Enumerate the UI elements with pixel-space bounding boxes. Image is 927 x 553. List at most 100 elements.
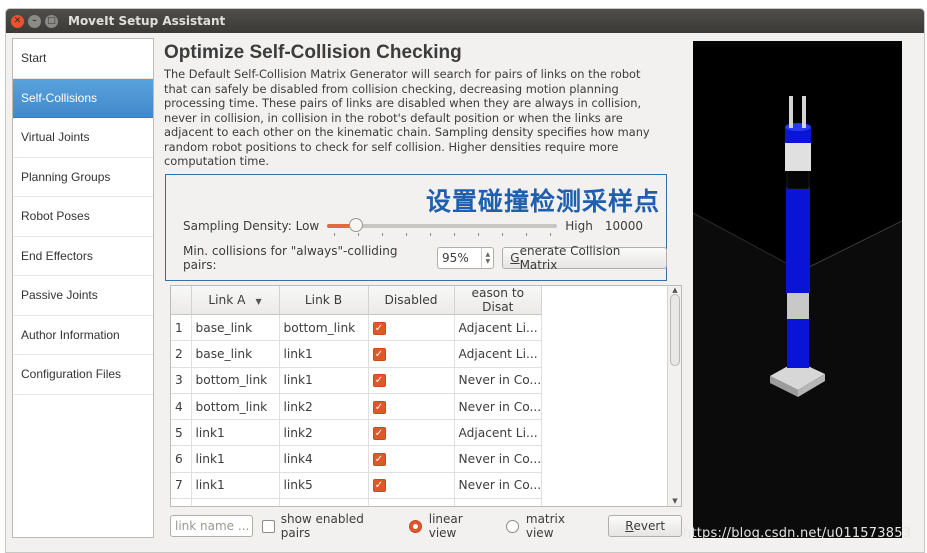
description-line: random robot positions to check for self… xyxy=(164,139,619,154)
sort-down-icon: ▼ xyxy=(255,297,262,306)
row-number: 1 xyxy=(171,314,192,342)
table-row[interactable]: 2 base_link link1 ✓ Adjacent Li... xyxy=(171,340,546,368)
cell-link-b: link1 xyxy=(279,340,369,368)
sidebar-item-start[interactable]: Start xyxy=(13,39,153,79)
cell-link-a: base_link xyxy=(191,314,280,342)
sidebar-item-virtual-joints[interactable]: Virtual Joints xyxy=(13,118,153,158)
cell-reason: Never in Co... xyxy=(454,472,543,500)
sidebar: Start Self-Collisions Virtual Joints Pla… xyxy=(12,38,154,538)
cell-reason: Never in Co... xyxy=(454,498,543,506)
disabled-checkbox[interactable]: ✓ xyxy=(372,374,386,388)
close-window-icon[interactable]: ✕ xyxy=(11,14,24,28)
table-controls: link name ... show enabled pairs linear … xyxy=(170,512,683,540)
sidebar-item-passive-joints[interactable]: Passive Joints xyxy=(13,276,153,316)
min-collisions-row: Min. collisions for "always"-colliding p… xyxy=(183,244,667,272)
table-row[interactable]: 8 link2 gripper_fin... ✓ Never in Co... xyxy=(171,498,547,506)
disabled-checkbox[interactable]: ✓ xyxy=(372,453,386,467)
sidebar-item-label: Start xyxy=(21,51,47,66)
sidebar-item-end-effectors[interactable]: End Effectors xyxy=(13,237,153,276)
spinbox-arrows[interactable]: ▲ ▼ xyxy=(481,248,493,268)
cell-link-b: link1 xyxy=(279,367,369,394)
column-header-label: eason to Disat xyxy=(471,286,525,314)
matrix-view-label: matrix view xyxy=(525,512,565,540)
cell-reason: Adjacent Li... xyxy=(454,419,543,447)
cell-disabled: ✓ xyxy=(368,393,455,421)
cell-link-a: bottom_link xyxy=(191,393,280,421)
title-bar: ✕ – □ MoveIt Setup Assistant xyxy=(6,9,924,33)
sidebar-item-self-collisions[interactable]: Self-Collisions xyxy=(13,78,153,118)
generate-collision-matrix-button[interactable]: Generate Collision Matrix xyxy=(502,244,667,272)
show-enabled-label: show enabled pairs xyxy=(280,512,364,540)
table-row[interactable]: 5 link1 link2 ✓ Adjacent Li... xyxy=(171,419,546,447)
table-row[interactable]: 4 bottom_link link2 ✓ Never in Co... xyxy=(171,393,547,421)
description-line: that can safely be disabled from collisi… xyxy=(164,81,619,96)
column-header-label: Disabled xyxy=(384,293,438,307)
revert-button[interactable]: Revert xyxy=(608,515,683,537)
disabled-checkbox[interactable]: ✓ xyxy=(372,347,386,361)
cell-empty xyxy=(542,393,547,419)
cell-empty xyxy=(542,499,547,506)
sampling-high-label: High xyxy=(565,219,593,233)
show-enabled-checkbox[interactable] xyxy=(261,519,275,533)
table-row[interactable]: 7 link1 link5 ✓ Never in Co... xyxy=(171,472,547,500)
sampling-density-slider[interactable] xyxy=(327,216,558,236)
row-number: 7 xyxy=(171,472,192,500)
cell-reason: Adjacent Li... xyxy=(454,314,543,342)
cell-empty xyxy=(542,472,547,498)
cell-link-a: base_link xyxy=(191,340,280,368)
cell-link-b: gripper_fin... xyxy=(279,498,369,506)
disabled-checkbox[interactable]: ✓ xyxy=(372,505,386,506)
disabled-checkbox[interactable]: ✓ xyxy=(372,321,386,335)
disabled-checkbox[interactable]: ✓ xyxy=(372,400,386,414)
table-row[interactable]: 6 link1 link4 ✓ Never in Co... xyxy=(171,445,546,473)
description-line: processing time. These pairs of links ar… xyxy=(164,96,642,110)
sidebar-item-configuration-files[interactable]: Configuration Files xyxy=(13,355,153,395)
robot-3d-view[interactable] xyxy=(693,41,902,538)
slider-tick xyxy=(334,233,336,236)
linear-view-radio[interactable] xyxy=(408,519,422,533)
spin-down-icon[interactable]: ▼ xyxy=(485,258,490,265)
slider-tick xyxy=(550,233,552,236)
scrollbar-thumb[interactable] xyxy=(670,294,680,366)
maximize-window-icon[interactable]: □ xyxy=(45,14,58,28)
column-header-link-a[interactable]: Link A ▼ xyxy=(191,286,280,315)
table-row[interactable]: 1 base_link bottom_link ✓ Adjacent Li... xyxy=(171,314,546,342)
cell-disabled: ✓ xyxy=(368,445,455,473)
spin-up-icon[interactable]: ▲ xyxy=(485,251,490,258)
column-header-label: Link B xyxy=(304,293,343,307)
sampling-density-row: Sampling Density: Low High 10000 xyxy=(183,216,667,236)
table-row[interactable]: 3 bottom_link link1 ✓ Never in Co... xyxy=(171,367,547,394)
sidebar-item-label: Passive Joints xyxy=(21,288,98,303)
page-title: Optimize Self-Collision Checking xyxy=(164,42,462,63)
column-header-link-b[interactable]: Link B xyxy=(279,286,369,315)
cell-empty xyxy=(542,367,547,393)
row-number: 5 xyxy=(171,419,192,447)
slider-handle[interactable] xyxy=(349,218,364,232)
sidebar-item-robot-poses[interactable]: Robot Poses xyxy=(13,197,153,237)
button-label: evert xyxy=(633,519,666,533)
matrix-view-radio[interactable] xyxy=(505,519,519,533)
minimize-window-icon[interactable]: – xyxy=(28,14,41,28)
cell-link-b: bottom_link xyxy=(279,314,369,342)
cell-reason: Never in Co... xyxy=(454,445,543,473)
column-header-disabled[interactable]: Disabled xyxy=(368,286,455,315)
sidebar-item-author-information[interactable]: Author Information xyxy=(13,316,153,355)
link-filter-input[interactable]: link name ... xyxy=(170,515,253,537)
sidebar-item-planning-groups[interactable]: Planning Groups xyxy=(13,158,153,197)
disabled-checkbox[interactable]: ✓ xyxy=(372,479,386,493)
table-scrollbar[interactable]: ▲ ▼ xyxy=(667,286,681,506)
disabled-checkbox[interactable]: ✓ xyxy=(372,426,386,440)
cell-disabled: ✓ xyxy=(368,340,455,368)
cell-link-a: bottom_link xyxy=(191,367,280,394)
slider-tick xyxy=(430,233,432,236)
min-collisions-spinbox[interactable]: 95% ▲ ▼ xyxy=(437,247,495,269)
column-header-reason[interactable]: eason to Disat xyxy=(454,286,543,315)
sidebar-item-label: Configuration Files xyxy=(21,367,122,382)
cell-disabled: ✓ xyxy=(368,314,455,342)
scroll-down-icon[interactable]: ▼ xyxy=(670,497,680,506)
sampling-density-label: Sampling Density: Low xyxy=(183,219,320,233)
button-label: enerate Collision Matrix xyxy=(519,244,621,272)
slider-tick xyxy=(502,233,504,236)
empty-header xyxy=(541,286,547,315)
slider-ticks xyxy=(327,233,557,236)
